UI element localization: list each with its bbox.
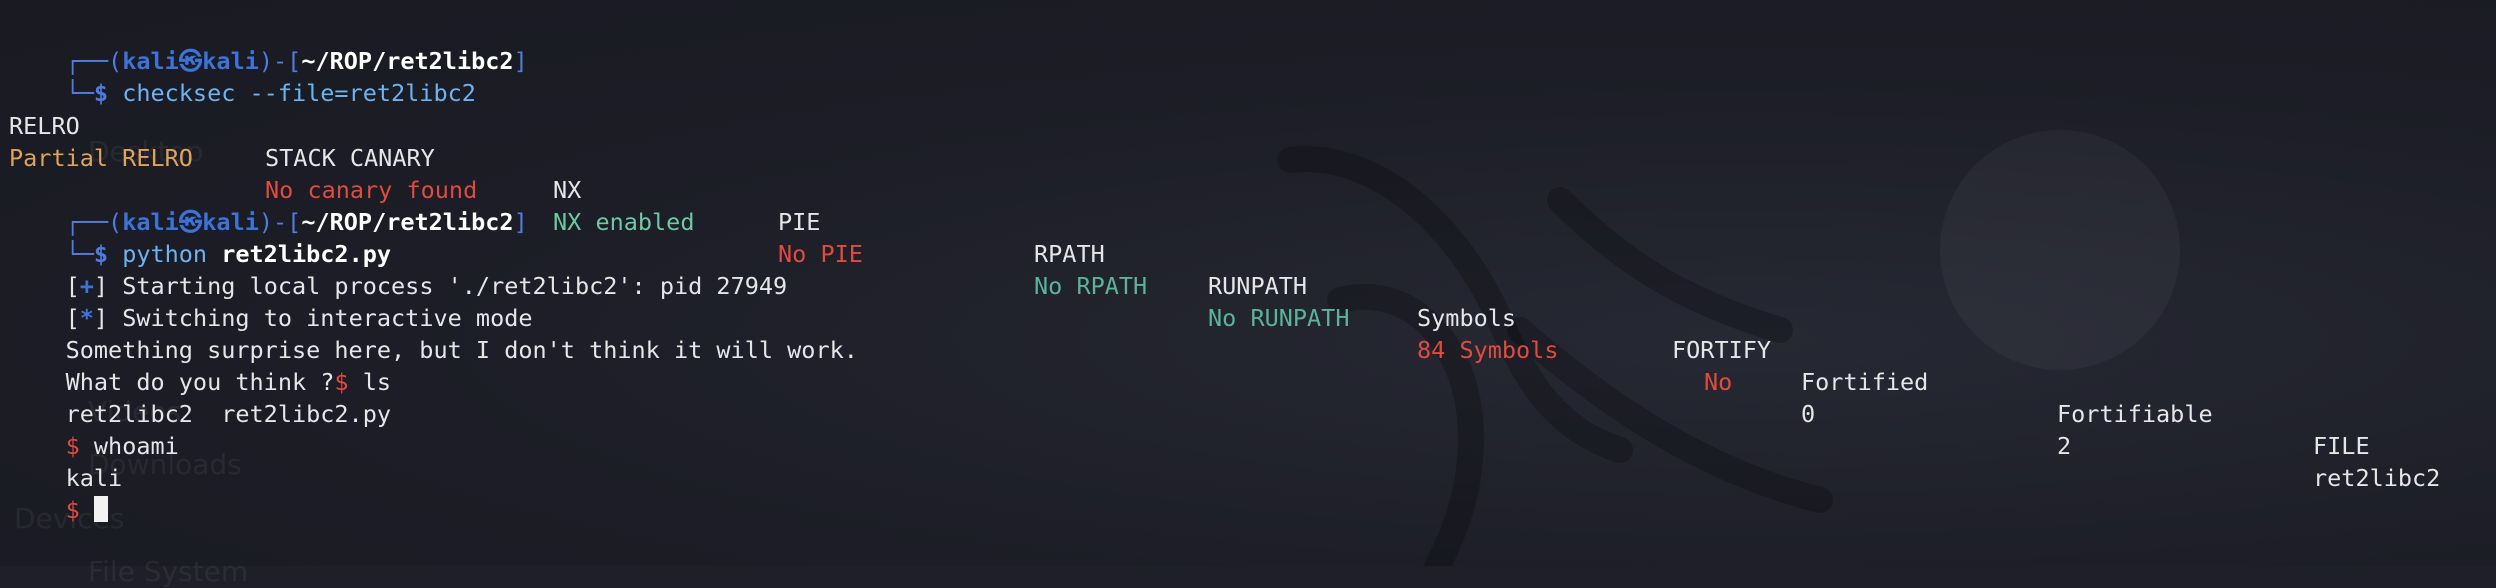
output-line-surprise: Something surprise here, but I don't thi… (9, 302, 858, 364)
prompt-bracket-close: ] (513, 208, 528, 236)
header-fortified: Fortified (1801, 368, 1929, 396)
header-nx: NX (553, 176, 582, 204)
output-line-ls-result: ret2libc2 ret2libc2.py (9, 366, 391, 428)
value-file: ret2libc2 (2313, 464, 2441, 492)
header-stack-canary: STACK CANARY (265, 144, 435, 172)
header-runpath: RUNPATH (1208, 272, 1308, 300)
value-runpath: No RUNPATH (1208, 304, 1350, 332)
value-fortify: No (1704, 368, 1733, 396)
header-symbols: Symbols (1417, 304, 1517, 332)
prompt-bracket-close: ] (513, 47, 528, 75)
value-relro: Partial RELRO (9, 144, 193, 172)
terminal-cursor[interactable] (93, 496, 108, 522)
command-line-2: └─$ python ret2libc2.py (9, 206, 391, 268)
output-line-starting-process: [+] Starting local process './ret2libc2'… (9, 238, 788, 300)
value-rpath: No RPATH (1034, 272, 1148, 300)
shell-dollar: $ (65, 496, 80, 524)
header-file: FILE (2313, 432, 2370, 460)
command-line-1: └─$ checksec --file=ret2libc2 (9, 45, 476, 107)
bg-label-file-system: File System (88, 555, 249, 588)
checksec-header-row: RELRO STACK CANARY NX PIE RPATH RUNPATH … (9, 78, 2489, 460)
value-symbols: 84 Symbols (1417, 336, 1559, 364)
output-line-cursor[interactable]: $ (9, 462, 108, 524)
prompt-line-1: ┌──(kali㉿kali)-[~/ROP/ret2libc2] (9, 13, 528, 75)
header-rpath: RPATH (1034, 240, 1105, 268)
value-fortified: 0 (1801, 400, 1816, 428)
value-nx: NX enabled (553, 208, 695, 236)
value-pie: No PIE (778, 240, 863, 268)
header-pie: PIE (778, 208, 821, 236)
output-line-interactive: [*] Switching to interactive mode (9, 270, 533, 332)
checksec-values-row: Partial RELRO No canary found NX enabled… (9, 110, 2489, 492)
header-fortify: FORTIFY (1672, 336, 1772, 364)
value-fortifiable: 2 (2057, 432, 2072, 460)
output-line-kali: kali (9, 430, 123, 492)
output-line-question: What do you think ?$ ls (9, 334, 391, 396)
header-fortifiable: Fortifiable (2057, 400, 2213, 428)
output-line-whoami: $ whoami (9, 398, 179, 460)
prompt-line-2: ┌──(kali㉿kali)-[~/ROP/ret2libc2] (9, 174, 528, 236)
